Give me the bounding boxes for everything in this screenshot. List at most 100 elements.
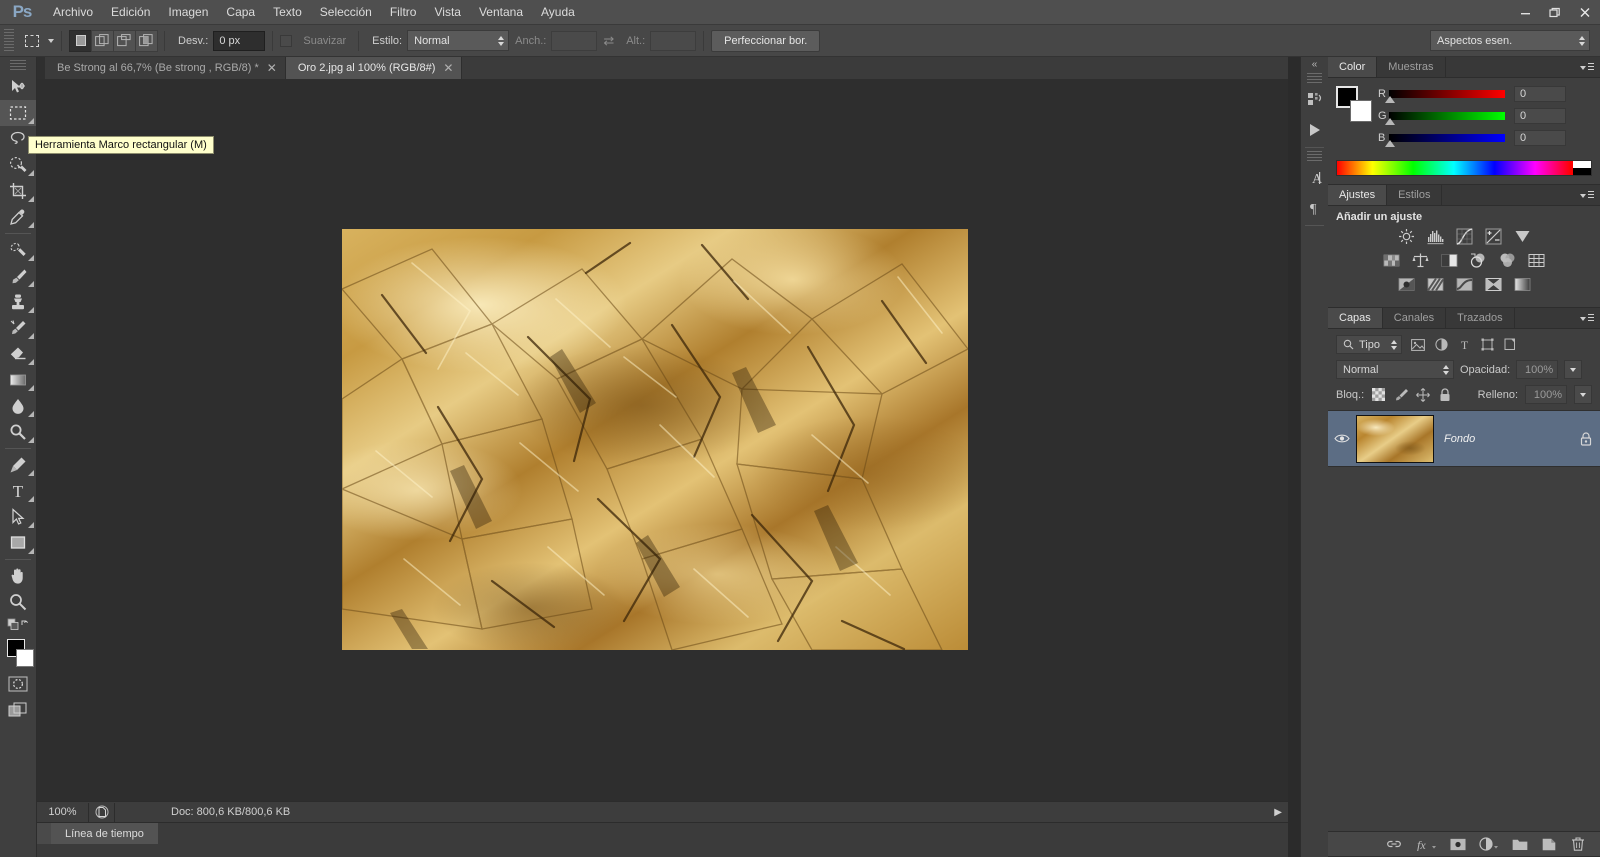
hand-tool[interactable] — [0, 563, 36, 589]
canvas-area[interactable] — [37, 79, 1288, 801]
hue-saturation-icon[interactable] — [1382, 251, 1402, 269]
paragraph-panel-icon[interactable]: ¶ — [1301, 193, 1328, 223]
refine-edge-button[interactable]: Perfeccionar bor. — [711, 29, 821, 52]
fill-chevron-down-icon[interactable] — [1574, 385, 1592, 404]
screen-mode-icon[interactable] — [0, 697, 36, 723]
intersect-selection-button[interactable] — [135, 29, 158, 52]
mini-bridge-icon[interactable] — [1301, 85, 1328, 115]
menu-item-capa[interactable]: Capa — [217, 1, 264, 23]
slider-b[interactable] — [1385, 134, 1505, 147]
exposure-icon[interactable] — [1483, 227, 1503, 245]
threshold-icon[interactable] — [1454, 275, 1474, 293]
layer-visibility-toggle[interactable] — [1328, 433, 1356, 444]
close-icon[interactable]: ✕ — [267, 62, 277, 74]
tools-panel-grip[interactable] — [10, 60, 26, 72]
new-layer-icon[interactable] — [1541, 836, 1557, 852]
gradient-map-icon[interactable] — [1512, 275, 1532, 293]
channel-value-g[interactable]: 0 — [1514, 108, 1566, 124]
blur-tool[interactable] — [0, 393, 36, 419]
character-panel-icon[interactable]: A — [1301, 163, 1328, 193]
tab-bar-grip[interactable] — [37, 57, 45, 79]
color-chips[interactable] — [0, 637, 36, 671]
document-window[interactable] — [342, 229, 968, 650]
selective-color-icon[interactable] — [1483, 275, 1503, 293]
close-button[interactable] — [1570, 0, 1600, 25]
quick-mask-icon[interactable] — [0, 671, 36, 697]
document-tab-oro2[interactable]: Oro 2.jpg al 100% (RGB/8#) ✕ — [285, 57, 463, 79]
color-balance-icon[interactable] — [1411, 251, 1431, 269]
filter-type-icon[interactable]: T — [1456, 337, 1472, 353]
image-canvas[interactable] — [342, 229, 968, 650]
filter-smart-object-icon[interactable] — [1502, 337, 1518, 353]
slider-g[interactable] — [1385, 112, 1505, 125]
restore-button[interactable] — [1540, 0, 1570, 25]
menu-item-archivo[interactable]: Archivo — [44, 1, 102, 23]
filter-pixel-icon[interactable] — [1410, 337, 1426, 353]
rectangle-tool[interactable] — [0, 530, 36, 556]
menu-item-vista[interactable]: Vista — [425, 1, 469, 23]
layer-name[interactable]: Fondo — [1444, 433, 1572, 445]
layer-thumbnail[interactable] — [1356, 414, 1434, 463]
lock-image-icon[interactable] — [1393, 387, 1408, 402]
posterize-icon[interactable] — [1425, 275, 1445, 293]
new-adjustment-icon[interactable] — [1479, 836, 1499, 852]
fill-value[interactable]: 100% — [1525, 385, 1567, 404]
swap-dimensions-icon[interactable]: ⇄ — [603, 33, 614, 49]
feather-input[interactable]: 0 px — [213, 30, 266, 51]
color-lookup-icon[interactable] — [1527, 251, 1547, 269]
menu-item-texto[interactable]: Texto — [264, 1, 311, 23]
menu-item-seleccion[interactable]: Selección — [311, 1, 381, 23]
workspace-select[interactable]: Aspectos esen. — [1430, 30, 1590, 51]
tab-estilos[interactable]: Estilos — [1387, 185, 1443, 205]
slider-r[interactable] — [1385, 90, 1505, 103]
menu-item-imagen[interactable]: Imagen — [159, 1, 217, 23]
lock-position-icon[interactable] — [1415, 387, 1430, 402]
status-expand-arrow-icon[interactable]: ▶ — [1268, 807, 1288, 818]
rectangular-marquee-tool[interactable] — [0, 100, 36, 126]
document-tab-be-strong[interactable]: Be Strong al 66,7% (Be strong , RGB/8) *… — [45, 57, 286, 79]
new-selection-button[interactable] — [69, 29, 92, 52]
tab-ajustes[interactable]: Ajustes — [1328, 185, 1388, 205]
style-select[interactable]: Normal — [407, 30, 510, 51]
color-swatches[interactable] — [1336, 86, 1372, 124]
panel-menu-icon[interactable] — [1580, 62, 1594, 73]
tab-color[interactable]: Color — [1328, 57, 1378, 77]
menu-item-filtro[interactable]: Filtro — [381, 1, 426, 23]
type-tool[interactable]: T — [0, 478, 36, 504]
menu-item-edicion[interactable]: Edición — [102, 1, 159, 23]
filter-adjustment-icon[interactable] — [1433, 337, 1449, 353]
menu-item-ventana[interactable]: Ventana — [470, 1, 532, 23]
add-to-selection-button[interactable] — [91, 29, 114, 52]
blend-mode-select[interactable]: Normal — [1336, 360, 1454, 379]
timeline-grip[interactable] — [37, 823, 51, 844]
curves-icon[interactable] — [1454, 227, 1474, 245]
eyedropper-tool[interactable] — [0, 204, 36, 230]
brush-tool[interactable] — [0, 263, 36, 289]
minimize-button[interactable] — [1510, 0, 1540, 25]
brightness-contrast-icon[interactable] — [1396, 227, 1416, 245]
tab-linea-de-tiempo[interactable]: Línea de tiempo — [51, 823, 158, 844]
pen-tool[interactable] — [0, 452, 36, 478]
width-input[interactable] — [551, 30, 598, 51]
opacity-value[interactable]: 100% — [1516, 360, 1559, 379]
dock-grip[interactable] — [1307, 151, 1322, 161]
slider-thumb[interactable] — [1385, 118, 1395, 125]
photo-filter-icon[interactable] — [1469, 251, 1489, 269]
link-layers-icon[interactable] — [1386, 836, 1402, 852]
opacity-chevron-down-icon[interactable] — [1564, 360, 1583, 379]
channel-value-b[interactable]: 0 — [1514, 130, 1566, 146]
crop-tool[interactable] — [0, 178, 36, 204]
layer-styles-icon[interactable]: fx — [1415, 836, 1437, 852]
move-tool[interactable] — [0, 74, 36, 100]
antialias-checkbox[interactable] — [280, 34, 293, 47]
rectangular-marquee-icon[interactable] — [19, 29, 45, 53]
eraser-tool[interactable] — [0, 341, 36, 367]
close-icon[interactable]: ✕ — [443, 62, 453, 74]
tab-trazados[interactable]: Trazados — [1446, 308, 1515, 328]
new-group-icon[interactable] — [1512, 836, 1528, 852]
slider-thumb[interactable] — [1385, 96, 1395, 103]
delete-layer-icon[interactable] — [1570, 836, 1586, 852]
slider-thumb[interactable] — [1385, 140, 1395, 147]
healing-brush-tool[interactable] — [0, 237, 36, 263]
zoom-tool[interactable] — [0, 589, 36, 615]
